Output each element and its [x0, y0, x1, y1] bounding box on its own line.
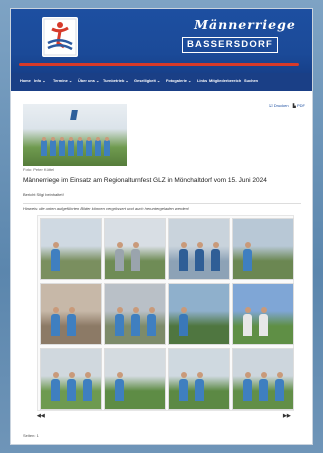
nav-item-mitgliederbereich[interactable]: Mitgliederbereich [209, 78, 241, 83]
photo-figure [179, 314, 188, 336]
gallery-prev-button[interactable]: ◀◀ [37, 413, 45, 419]
brand-script-title: Männerriege [194, 17, 296, 32]
print-link[interactable]: Drucken [274, 103, 289, 108]
photo-figure-head [260, 372, 267, 378]
photo-figure-head [244, 372, 251, 378]
photo-figure [243, 249, 252, 271]
nav-item-links[interactable]: Links [197, 78, 207, 83]
photo-figure [243, 314, 252, 336]
photo-figure-head [244, 307, 251, 313]
photo-figure-head [244, 242, 251, 248]
photo-figure [147, 314, 156, 336]
photo-figure [259, 314, 268, 336]
photo-figure [211, 249, 220, 271]
photo-figure-head [196, 372, 203, 378]
photo-figure [67, 379, 76, 401]
photo-figure [243, 379, 252, 401]
gallery-thumbnail[interactable] [232, 283, 294, 345]
photo-figure-head [132, 242, 139, 248]
pdf-link[interactable]: PDF [297, 103, 305, 108]
nav-item-suchen[interactable]: Suchen [244, 78, 258, 83]
gallery-thumbnail[interactable] [168, 218, 230, 280]
photo-figure-head [52, 242, 59, 248]
photo-figure [51, 314, 60, 336]
photo-figure-head [212, 242, 219, 248]
photo-figure-head [276, 372, 283, 378]
nav-item-turnbetrieb[interactable]: Turnbetrieb ⌄ [103, 78, 129, 83]
gallery-thumbnail[interactable] [104, 348, 166, 410]
gallery-thumbnail[interactable] [40, 348, 102, 410]
main-navigation: Home Info ⌄ Termine ⌄ Über uns ⌄ Turnbet… [11, 73, 312, 91]
photo-figure [115, 249, 124, 271]
photo-figure [179, 249, 188, 271]
page-frame: Männerriege BASSERSDORF Home Info ⌄ Term… [10, 8, 313, 445]
photo-figure-head [180, 307, 187, 313]
gallery-thumbnail[interactable] [232, 348, 294, 410]
photo-figure-head [180, 242, 187, 248]
page-count: Seiten: 1 [23, 433, 39, 438]
photo-figure [179, 379, 188, 401]
gallery-thumbnail[interactable] [40, 218, 102, 280]
gallery-next-button[interactable]: ▶▶ [283, 413, 291, 419]
brand-box-title: BASSERSDORF [182, 37, 278, 53]
photo-figure-head [52, 372, 59, 378]
photo-figure [115, 379, 124, 401]
article-author: Bericht Silgi beinhaltet! [23, 192, 64, 197]
photo-figure [51, 379, 60, 401]
photo-figure [131, 314, 140, 336]
gallery-note: Hinweis: die unten aufgeführten Bilder k… [23, 206, 190, 211]
photo-figure [115, 314, 124, 336]
photo-figure [51, 249, 60, 271]
photo-figure-head [116, 307, 123, 313]
photo-figure-head [84, 372, 91, 378]
club-logo[interactable] [42, 17, 78, 57]
photo-figure-head [180, 372, 187, 378]
photo-figure-head [52, 307, 59, 313]
article-headline: Männerriege im Einsatz am Regionalturnfe… [23, 177, 267, 184]
gallery-thumbnail[interactable] [104, 218, 166, 280]
photo-figure-head [68, 372, 75, 378]
nav-item-ueber-uns[interactable]: Über uns ⌄ [78, 78, 99, 83]
photo-figure [195, 249, 204, 271]
photo-figure [275, 379, 284, 401]
photo-figure-head [148, 307, 155, 313]
nav-item-termine[interactable]: Termine ⌄ [53, 78, 72, 83]
nav-item-fotogalerie[interactable]: Fotogalerie ⌄ [166, 78, 191, 83]
header-accent-line [19, 63, 299, 66]
print-icon[interactable]: ☑ [269, 103, 273, 108]
photo-figure-head [116, 242, 123, 248]
photo-figure-head [116, 372, 123, 378]
photo-gallery [37, 215, 294, 411]
article-tools: ☑ Drucken ▙ PDF [269, 103, 305, 108]
gallery-thumbnail[interactable] [40, 283, 102, 345]
gallery-thumbnail[interactable] [168, 348, 230, 410]
club-flag-icon [70, 110, 78, 120]
photo-figure [131, 249, 140, 271]
photo-figure-head [132, 307, 139, 313]
article-hero-photo[interactable] [23, 104, 127, 166]
pdf-icon[interactable]: ▙ [293, 103, 296, 108]
nav-item-home[interactable]: Home [20, 78, 31, 83]
photo-figure [67, 314, 76, 336]
gallery-thumbnail[interactable] [232, 218, 294, 280]
gallery-thumbnail[interactable] [168, 283, 230, 345]
nav-item-geselligkeit[interactable]: Geselligkeit ⌄ [134, 78, 160, 83]
photo-figure [195, 379, 204, 401]
photo-figure-head [260, 307, 267, 313]
photo-figure [83, 379, 92, 401]
photo-figure-head [68, 307, 75, 313]
gallery-thumbnail[interactable] [104, 283, 166, 345]
nav-item-info[interactable]: Info ⌄ [34, 78, 45, 83]
photo-figure-head [196, 242, 203, 248]
photo-credit: Foto: Peter Küttel [23, 167, 55, 172]
photo-figure [259, 379, 268, 401]
content-divider [23, 203, 301, 204]
gymnast-logo-icon [43, 18, 77, 56]
site-header: Männerriege BASSERSDORF [11, 9, 312, 73]
